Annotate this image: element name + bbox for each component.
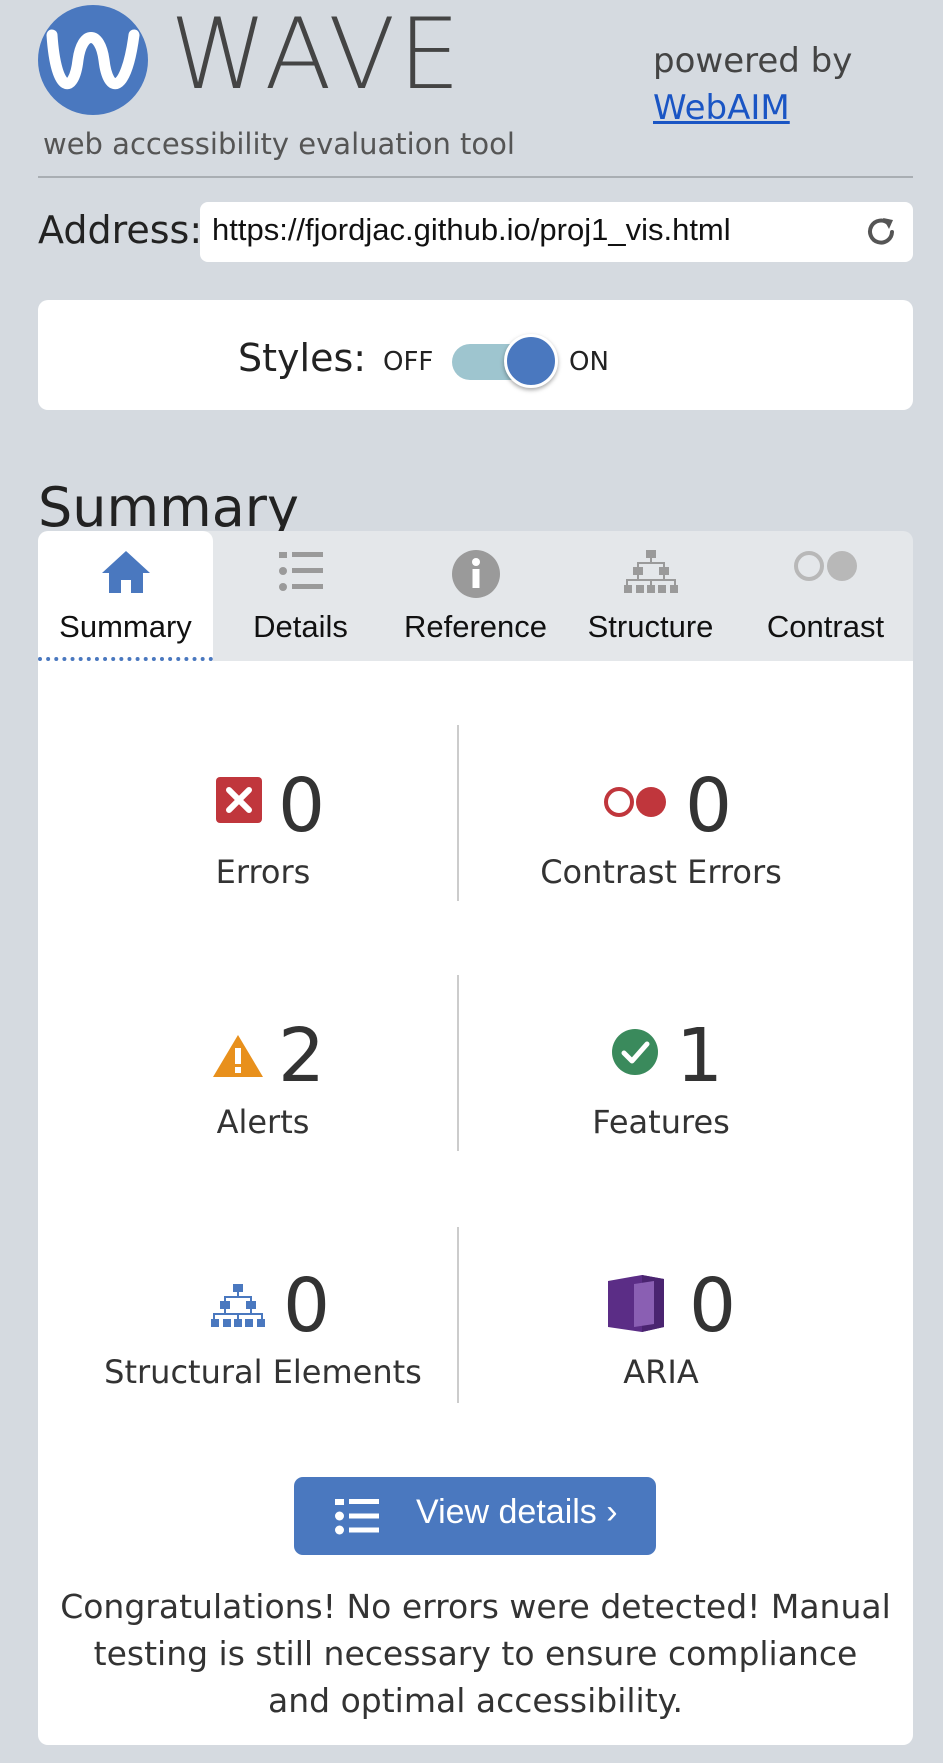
styles-on-label: ON xyxy=(569,347,609,377)
errors-stat[interactable]: 0 Errors xyxy=(63,761,463,891)
tab-bar: Summary Details Reference Structure Cont… xyxy=(38,531,913,661)
page-title: Summary xyxy=(38,476,299,540)
error-icon xyxy=(216,777,262,823)
tab-label: Structure xyxy=(587,609,714,644)
styles-label: Styles: xyxy=(238,336,367,380)
features-stat[interactable]: 1 Features xyxy=(461,1011,861,1141)
address-box xyxy=(200,202,913,262)
aria-icon xyxy=(608,1275,664,1332)
contrast-errors-count: 0 xyxy=(685,763,733,849)
tab-label: Details xyxy=(253,609,348,644)
alerts-stat[interactable]: 2 Alerts xyxy=(63,1011,463,1141)
aria-label: ARIA xyxy=(623,1353,699,1391)
errors-label: Errors xyxy=(215,853,311,891)
details-list-icon xyxy=(335,1499,379,1535)
styles-toggle-knob[interactable] xyxy=(504,334,558,388)
details-list-icon xyxy=(278,552,323,591)
styles-toggle-panel: Styles: OFF ON xyxy=(38,300,913,410)
reload-icon[interactable] xyxy=(863,214,899,250)
alerts-count: 2 xyxy=(278,1013,326,1099)
tab-contrast[interactable]: Contrast xyxy=(738,531,913,661)
tab-label: Summary xyxy=(59,609,192,644)
logo-text: WAVE xyxy=(170,0,464,112)
address-label: Address: xyxy=(38,208,203,252)
aria-count: 0 xyxy=(689,1263,737,1349)
feature-check-icon xyxy=(612,1029,658,1075)
powered-by-label: powered by xyxy=(653,41,853,81)
home-icon xyxy=(101,551,150,593)
contrast-icon xyxy=(793,551,857,581)
structural-elements-label: Structural Elements xyxy=(104,1353,422,1391)
powered-by: powered by WebAIM xyxy=(653,38,852,132)
wave-logo-icon xyxy=(38,5,148,115)
structure-icon xyxy=(211,1284,265,1327)
view-details-button[interactable]: View details › xyxy=(294,1477,656,1555)
webaim-link[interactable]: WebAIM xyxy=(653,85,852,132)
address-input[interactable] xyxy=(212,212,832,248)
tab-details[interactable]: Details xyxy=(213,531,388,661)
alerts-label: Alerts xyxy=(216,1103,310,1141)
styles-off-label: OFF xyxy=(383,347,434,377)
contrast-errors-stat[interactable]: 0 Contrast Errors xyxy=(461,761,861,891)
features-label: Features xyxy=(592,1103,730,1141)
tab-reference[interactable]: Reference xyxy=(388,531,563,661)
alert-icon xyxy=(213,1035,263,1077)
contrast-errors-label: Contrast Errors xyxy=(540,853,782,891)
header: WAVE web accessibility evaluation tool p… xyxy=(38,0,913,178)
aria-stat[interactable]: 0 ARIA xyxy=(461,1261,861,1391)
view-details-label: View details › xyxy=(416,1493,618,1531)
structural-elements-count: 0 xyxy=(283,1263,331,1349)
summary-panel: 0 Errors 0 Contrast Errors 2 Alerts 1 Fe… xyxy=(38,661,913,1745)
structural-elements-stat[interactable]: 0 Structural Elements xyxy=(63,1261,463,1391)
contrast-error-icon xyxy=(604,787,666,817)
tab-label: Contrast xyxy=(766,609,885,644)
features-count: 1 xyxy=(676,1013,724,1099)
errors-count: 0 xyxy=(278,763,326,849)
tagline: web accessibility evaluation tool xyxy=(43,127,515,161)
tab-structure[interactable]: Structure xyxy=(563,531,738,661)
structure-icon xyxy=(623,550,678,593)
tab-summary[interactable]: Summary xyxy=(38,531,213,661)
tab-label: Reference xyxy=(403,609,548,644)
info-icon xyxy=(451,550,500,598)
congratulations-message: Congratulations! No errors were detected… xyxy=(60,1587,891,1720)
address-bar: Address: xyxy=(38,200,913,262)
